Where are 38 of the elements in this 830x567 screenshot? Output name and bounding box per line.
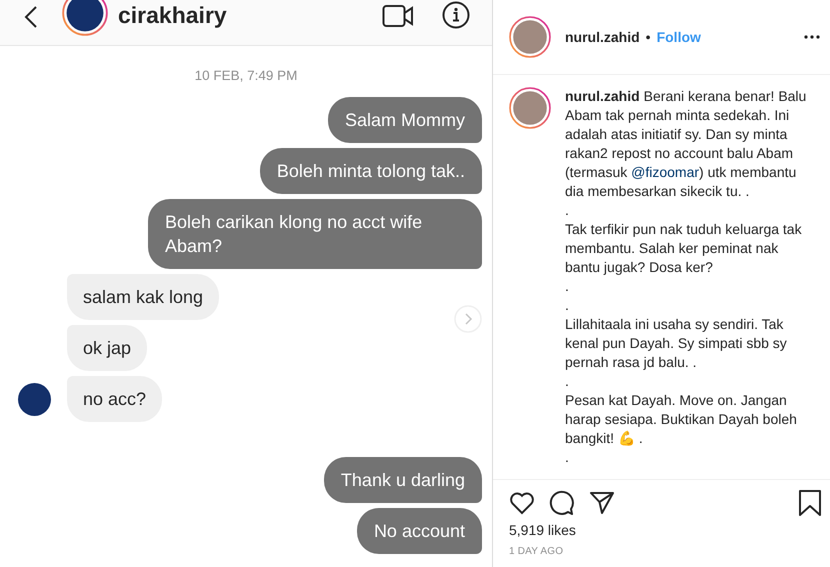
sent-message: Thank u darling — [324, 457, 482, 503]
caption-paragraph: . — [565, 277, 570, 296]
profile-avatar — [509, 87, 551, 129]
heart-icon[interactable] — [509, 491, 535, 515]
likes-count: 5,919 likes — [508, 521, 577, 540]
caption-paragraph: Pesan kat Dayah. Move on. Jangan harap sesiapa. Buktikan Dayah boleh bangkit! 💪 . — [565, 391, 798, 448]
bookmark-icon[interactable] — [798, 490, 822, 516]
caption-paragraph: . — [565, 372, 570, 391]
profile-avatar — [509, 16, 551, 58]
flexed-arm-emoji: 💪 — [618, 430, 635, 446]
video-camera-icon[interactable] — [382, 4, 414, 28]
separator-dot: • — [646, 29, 651, 45]
back-icon[interactable] — [24, 5, 38, 29]
date-divider: 10 FEB, 7:49 PM — [194, 68, 298, 83]
sent-message: No account — [356, 508, 482, 554]
caption-paragraph: Tak terfikir pun nak tuduh keluarga tak membantu. Salah ker peminat nak bantu jugak? Dosa ker? — [565, 220, 803, 277]
received-message: ok jap — [67, 325, 148, 371]
share-icon[interactable] — [589, 491, 615, 515]
mention-link[interactable]: @fizoomar — [631, 164, 700, 180]
comment-icon[interactable] — [549, 490, 575, 516]
sent-message: Salam Mommy — [328, 97, 482, 143]
sender-avatar — [18, 382, 51, 416]
info-icon[interactable] — [442, 1, 470, 29]
sent-message: Boleh carikan klong no acct wife Abam? — [148, 199, 482, 269]
caption-paragraph: . — [565, 448, 570, 467]
chat-username: cirakhairy — [118, 2, 227, 29]
more-options-icon[interactable] — [804, 35, 820, 39]
received-message: salam kak long — [67, 274, 220, 320]
post-time: 1 DAY AGO — [508, 545, 564, 559]
received-message: no acc? — [67, 376, 162, 422]
caption-paragraph: nurul.zahid Berani kerana benar! Balu Abam tak pernah minta sedekah. Ini adalah atas initiatif sy. Dan sy minta rakan2 repost no account balu Abam (termasuk @fizoomar) utk membantu dia membesarkan sikecik tu. . — [565, 87, 808, 201]
sent-message: Boleh minta tolong tak.. — [260, 148, 482, 194]
profile-avatar — [62, 0, 108, 36]
caption-paragraph: . — [565, 296, 570, 315]
caption-username[interactable]: nurul.zahid — [565, 88, 640, 104]
post-username[interactable]: nurul.zahid — [565, 29, 640, 45]
caption-paragraph: . — [565, 201, 570, 220]
caption-paragraph: Lillahitaala ini usaha sy sendiri. Tak kenal pun Dayah. Sy simpati sbb sy pernah rasa jd balu. . — [565, 315, 788, 372]
